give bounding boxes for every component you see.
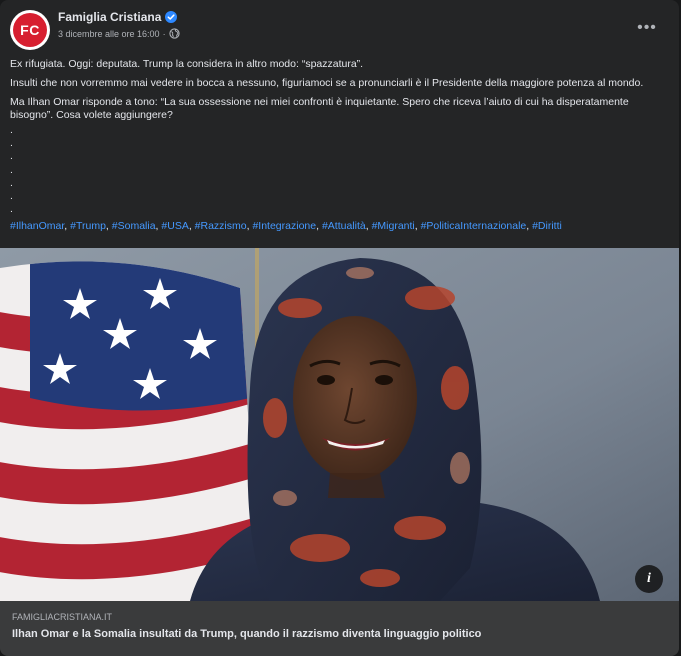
timestamp-link[interactable]: 3 dicembre alle ore 16:00 (58, 29, 160, 39)
page-name[interactable]: Famiglia Cristiana (58, 10, 178, 24)
more-options-button[interactable]: ••• (633, 16, 661, 40)
dot-line: . (10, 124, 13, 136)
dot-line: . (10, 203, 13, 216)
dot-line: . (10, 176, 13, 189)
dot-line: . (10, 163, 13, 176)
avatar[interactable]: FC (10, 10, 50, 50)
dot-line: . (10, 150, 13, 163)
verified-badge-icon (165, 11, 178, 23)
meta-separator: · (162, 28, 166, 39)
dot-line: . (10, 190, 13, 203)
hashtag-link[interactable]: #Attualità (322, 220, 366, 232)
hashtag-list: #IlhanOmar, #Trump, #Somalia, #USA, #Raz… (10, 220, 670, 233)
dot-lines: . . . . . . . (10, 124, 670, 216)
hashtag-link[interactable]: #Somalia (112, 220, 156, 232)
post-paragraph-3: Ma Ilhan Omar risponde a tono: “La sua o… (10, 96, 629, 121)
post-card: FC Famiglia Cristiana 3 dicembre alle or… (0, 0, 679, 656)
post-meta: 3 dicembre alle ore 16:00 · (58, 28, 180, 39)
hashtag-link[interactable]: #Migranti (372, 220, 415, 232)
post-paragraph-1: Ex rifugiata. Oggi: deputata. Trump la c… (10, 58, 364, 70)
post-header: FC Famiglia Cristiana 3 dicembre alle or… (0, 0, 679, 56)
hashtag-link[interactable]: #Trump (70, 220, 106, 232)
link-preview[interactable]: FAMIGLIACRISTIANA.IT Ilhan Omar e la Som… (0, 601, 679, 656)
post-paragraph-2: Insulti che non vorremmo mai vedere in b… (10, 77, 644, 89)
hashtag-link[interactable]: #USA (161, 220, 188, 232)
hashtag-link[interactable]: #Diritti (532, 220, 562, 232)
hashtag-link[interactable]: #Razzismo (195, 220, 247, 232)
info-button[interactable]: i (635, 565, 663, 593)
link-domain: FAMIGLIACRISTIANA.IT (12, 612, 113, 622)
hashtag-link[interactable]: #PoliticaInternazionale (421, 220, 527, 232)
link-title[interactable]: Ilhan Omar e la Somalia insultati da Tru… (12, 628, 481, 640)
page-name-label: Famiglia Cristiana (58, 10, 162, 24)
globe-icon[interactable] (168, 28, 180, 39)
hashtag-link[interactable]: #Integrazione (252, 220, 316, 232)
hashtag-link[interactable]: #IlhanOmar (10, 220, 64, 232)
post-text: Ex rifugiata. Oggi: deputata. Trump la c… (10, 58, 670, 233)
post-photo[interactable]: i (0, 248, 679, 601)
portrait-image (0, 248, 679, 601)
dot-line: . (10, 137, 13, 150)
avatar-logo: FC (13, 13, 47, 47)
